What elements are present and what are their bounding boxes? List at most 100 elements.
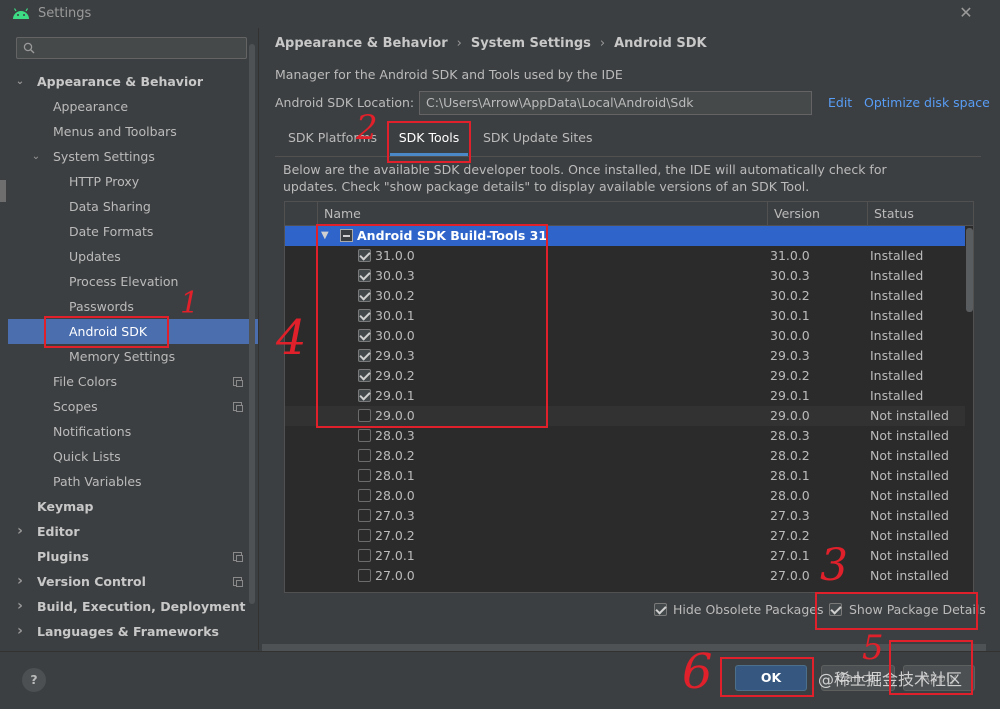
sidebar-item-languages-frameworks[interactable]: › Languages & Frameworks: [8, 619, 258, 644]
annotation-number-3: 3: [820, 540, 848, 591]
sidebar-item-data-sharing[interactable]: Data Sharing: [8, 194, 258, 219]
column-header-status[interactable]: Status: [867, 202, 973, 226]
chevron-right-icon[interactable]: ›: [14, 619, 26, 644]
table-row[interactable]: 27.0.3 27.0.3 Not installed: [285, 506, 965, 526]
tab-sdk-update-sites[interactable]: SDK Update Sites: [483, 125, 593, 155]
sidebar-item-appearance-behavior[interactable]: ⌄ Appearance & Behavior: [8, 69, 258, 94]
hide-obsolete-checkbox[interactable]: [654, 603, 667, 616]
sidebar-item-menus-and-toolbars[interactable]: Menus and Toolbars: [8, 119, 258, 144]
package-checkbox[interactable]: [358, 489, 371, 502]
cell-version: 27.0.0: [770, 568, 810, 583]
table-row[interactable]: 27.0.2 27.0.2 Not installed: [285, 526, 965, 546]
sidebar-item-date-formats[interactable]: Date Formats: [8, 219, 258, 244]
column-header-version[interactable]: Version: [767, 202, 867, 226]
sidebar-item-label: Scopes: [53, 399, 98, 414]
help-button[interactable]: ?: [22, 668, 46, 692]
search-icon: [23, 42, 35, 54]
sidebar-item-notifications[interactable]: Notifications: [8, 419, 258, 444]
sidebar-item-label: Keymap: [37, 499, 94, 514]
title-bar: [0, 0, 1000, 28]
cell-version: 31.0.0: [770, 248, 810, 263]
chevron-right-icon[interactable]: ›: [14, 644, 26, 650]
table-scrollbar[interactable]: [966, 228, 973, 312]
cell-version: 27.0.2: [770, 528, 810, 543]
table-row[interactable]: 27.0.1 27.0.1 Not installed: [285, 546, 965, 566]
cell-version: 30.0.0: [770, 328, 810, 343]
breadcrumb-item: System Settings: [470, 36, 591, 51]
sidebar-item-process-elevation[interactable]: Process Elevation: [8, 269, 258, 294]
cell-status: Installed: [870, 268, 924, 283]
chevron-right-icon[interactable]: ›: [14, 519, 26, 544]
package-checkbox[interactable]: [358, 509, 371, 522]
cell-status: Not installed: [870, 528, 949, 543]
cell-version: 27.0.1: [770, 548, 810, 563]
hide-obsolete-label[interactable]: Hide Obsolete Packages: [673, 602, 823, 617]
cell-status: Not installed: [870, 488, 949, 503]
project-scope-icon: [233, 377, 243, 387]
chevron-down-icon[interactable]: ⌄: [14, 69, 26, 94]
sidebar-item-label: Date Formats: [69, 224, 154, 239]
close-icon[interactable]: ✕: [956, 3, 976, 23]
sidebar-item-label: Updates: [69, 249, 121, 264]
annotation-box-sdk-tools: [387, 121, 471, 163]
tree-scrollbar[interactable]: [249, 44, 255, 604]
sidebar-item-editor[interactable]: › Editor: [8, 519, 258, 544]
sidebar-item-label: Appearance & Behavior: [37, 74, 203, 89]
sdk-location-field[interactable]: C:\Users\Arrow\AppData\Local\Android\Sdk: [419, 91, 812, 115]
chevron-down-icon[interactable]: ⌄: [30, 144, 42, 169]
settings-search-input[interactable]: [16, 37, 247, 59]
column-header-name[interactable]: Name: [317, 202, 767, 226]
breadcrumb-separator: ›: [599, 36, 606, 51]
package-checkbox[interactable]: [358, 569, 371, 582]
cell-status: Not installed: [870, 508, 949, 523]
chevron-right-icon[interactable]: ›: [14, 594, 26, 619]
panel-divider[interactable]: [258, 28, 259, 650]
sidebar-item-system-settings[interactable]: ⌄ System Settings: [8, 144, 258, 169]
sidebar-item-build-execution-deployment[interactable]: › Build, Execution, Deployment: [8, 594, 258, 619]
table-row[interactable]: 28.0.3 28.0.3 Not installed: [285, 426, 965, 446]
sidebar-item-version-control[interactable]: › Version Control: [8, 569, 258, 594]
cell-name: 27.0.2: [375, 528, 415, 543]
cell-version: 29.0.1: [770, 388, 810, 403]
cell-status: Installed: [870, 308, 924, 323]
tab-divider: [275, 156, 981, 157]
project-scope-icon: [233, 552, 243, 562]
column-header-blank: [285, 202, 317, 226]
annotation-box-show-details: [815, 592, 978, 630]
sidebar-item-path-variables[interactable]: Path Variables: [8, 469, 258, 494]
cell-status: Not installed: [870, 548, 949, 563]
chevron-right-icon[interactable]: ›: [14, 569, 26, 594]
table-row[interactable]: 28.0.1 28.0.1 Not installed: [285, 466, 965, 486]
package-checkbox[interactable]: [358, 529, 371, 542]
package-checkbox[interactable]: [358, 449, 371, 462]
sidebar-item-label: Menus and Toolbars: [53, 124, 177, 139]
sidebar-item-scopes[interactable]: Scopes: [8, 394, 258, 419]
sidebar-item-updates[interactable]: Updates: [8, 244, 258, 269]
sidebar-item-appearance[interactable]: Appearance: [8, 94, 258, 119]
sidebar-item-label: Notifications: [53, 424, 132, 439]
sidebar-item-http-proxy[interactable]: HTTP Proxy: [8, 169, 258, 194]
cell-status: Installed: [870, 388, 924, 403]
package-checkbox[interactable]: [358, 469, 371, 482]
table-row[interactable]: 28.0.0 28.0.0 Not installed: [285, 486, 965, 506]
window-title: Settings: [38, 6, 92, 21]
package-checkbox[interactable]: [358, 429, 371, 442]
cell-name: 28.0.1: [375, 468, 415, 483]
sidebar-item-tools[interactable]: › Tools: [8, 644, 258, 650]
table-row[interactable]: 27.0.0 27.0.0 Not installed: [285, 566, 965, 586]
annotation-number-5: 5: [862, 628, 884, 668]
package-checkbox[interactable]: [358, 549, 371, 562]
sidebar-item-file-colors[interactable]: File Colors: [8, 369, 258, 394]
cell-status: Installed: [870, 288, 924, 303]
table-row[interactable]: 28.0.2 28.0.2 Not installed: [285, 446, 965, 466]
optimize-disk-space-link[interactable]: Optimize disk space: [864, 95, 990, 110]
edit-link[interactable]: Edit: [828, 95, 852, 110]
cell-status: Installed: [870, 368, 924, 383]
sidebar-item-plugins[interactable]: Plugins: [8, 544, 258, 569]
sidebar-item-quick-lists[interactable]: Quick Lists: [8, 444, 258, 469]
cell-version: 30.0.2: [770, 288, 810, 303]
breadcrumb-item: Appearance & Behavior: [275, 36, 448, 51]
sidebar-item-keymap[interactable]: Keymap: [8, 494, 258, 519]
sdk-location-label: Android SDK Location:: [275, 95, 415, 110]
cell-version: 30.0.1: [770, 308, 810, 323]
